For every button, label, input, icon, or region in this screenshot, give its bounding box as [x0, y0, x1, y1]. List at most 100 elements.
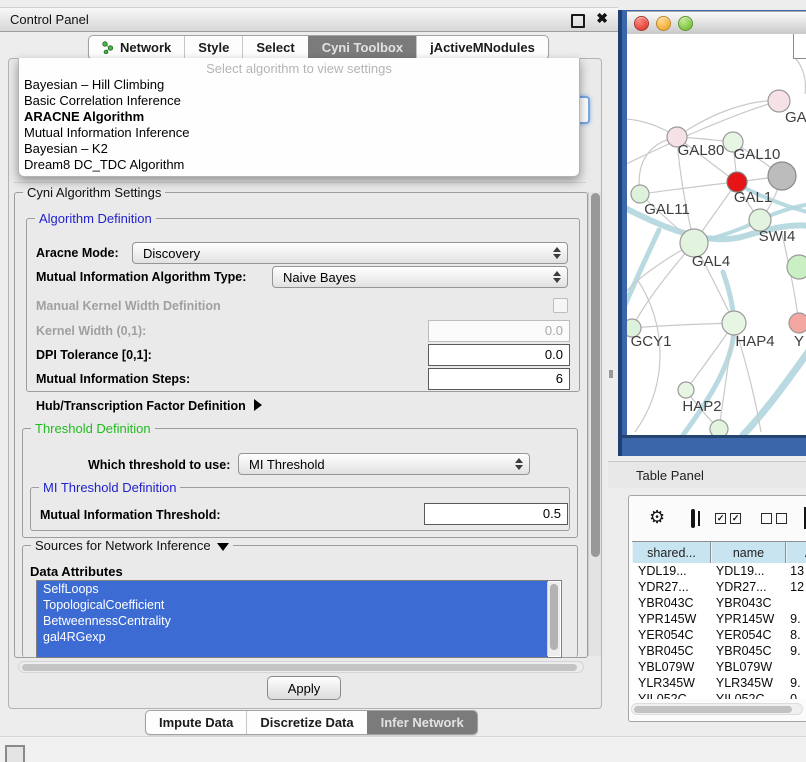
table-row[interactable]: YDR27...YDR27...12 [632, 579, 806, 595]
tab-jactivemnodules[interactable]: jActiveMNodules [416, 36, 548, 59]
spinner-arrows-icon [553, 243, 561, 263]
network-node[interactable] [787, 255, 806, 279]
table-cell: YBL079W [710, 659, 784, 675]
network-node-y[interactable] [789, 313, 806, 333]
algorithm-option-basic-correlation-inference[interactable]: Basic Correlation Inference [19, 93, 579, 109]
network-node-hap2[interactable] [678, 382, 694, 398]
network-canvas[interactable]: GALGAL80GAL10GAL1GAL11GAL4SWI4GCY1HAP4YH… [627, 34, 806, 435]
table-row[interactable]: YBR043CYBR043C [632, 595, 806, 611]
collapsed-panel-icon[interactable] [5, 745, 25, 762]
algorithm-option-bayesian-hill-climbing[interactable]: Bayesian – Hill Climbing [19, 77, 579, 93]
table-cell: 9. [784, 643, 806, 659]
zoom-traffic-light-icon[interactable] [678, 16, 693, 31]
gear-icon[interactable]: ⚙ [649, 509, 665, 527]
splitter-handle[interactable] [609, 370, 613, 378]
table-cell: 9. [784, 611, 806, 627]
tab-impute-data[interactable]: Impute Data [146, 711, 246, 734]
table-cell: 0 [784, 691, 806, 699]
tab-discretize-data[interactable]: Discretize Data [246, 711, 366, 734]
table-toolbar: ⚙ ✓✓ [629, 496, 806, 540]
algorithm-placeholder: Select algorithm to view settings [19, 58, 579, 77]
scrollbar-thumb[interactable] [22, 664, 577, 671]
select-all-icon[interactable]: ✓✓ [715, 513, 741, 524]
table-cell: 12 [784, 579, 806, 595]
data-attributes-list[interactable]: SelfLoopsTopologicalCoefficientBetweenne… [36, 580, 562, 658]
node-table: ⚙ ✓✓ shared...nameA YDL19...YDL19...13YD… [628, 495, 806, 722]
table-cell: YIL052C [710, 691, 784, 699]
network-node-hap4[interactable] [722, 311, 746, 335]
deselect-all-icon[interactable] [761, 513, 787, 524]
network-view-window[interactable]: GALGAL80GAL10GAL1GAL11GAL4SWI4GCY1HAP4YH… [618, 10, 806, 456]
column-header-a[interactable]: A [786, 542, 806, 563]
settings-vertical-scrollbar[interactable] [588, 192, 601, 656]
manual-kernel-checkbox[interactable] [553, 298, 568, 313]
table-row[interactable]: YLR345WYLR345W9. [632, 675, 806, 691]
algorithm-option-bayesian-k2[interactable]: Bayesian – K2 [19, 141, 579, 157]
list-scrollbar[interactable] [547, 582, 560, 656]
algorithm-option-mutual-information-inference[interactable]: Mutual Information Inference [19, 125, 579, 141]
kernel-width-field[interactable]: 0.0 [428, 320, 570, 342]
column-header-name[interactable]: name [711, 542, 786, 563]
table-header: shared...nameA [632, 541, 806, 564]
canvas-widget-fragment[interactable] [793, 34, 806, 59]
algorithm-option-aracne-algorithm[interactable]: ARACNE Algorithm [19, 109, 579, 125]
attribute-item-betweennesscentrality[interactable]: BetweennessCentrality [37, 613, 548, 629]
table-cell: 8. [784, 627, 806, 643]
network-node[interactable] [710, 420, 728, 435]
algorithm-option-dream8-dc-tdc-algorithm[interactable]: Dream8 DC_TDC Algorithm [19, 157, 579, 173]
split-columns-icon[interactable] [691, 509, 695, 528]
table-cell: YER054C [632, 627, 710, 643]
table-panel-titlebar: Table Panel [608, 461, 806, 488]
table-row[interactable]: YDL19...YDL19...13 [632, 563, 806, 579]
tab-infer-network[interactable]: Infer Network [367, 711, 477, 734]
attribute-item-partial[interactable] [37, 645, 548, 658]
mi-threshold-label: Mutual Information Threshold: [40, 508, 221, 522]
mi-type-combobox[interactable]: Naive Bayes [272, 266, 568, 288]
minimize-traffic-light-icon[interactable] [656, 16, 671, 31]
aracne-mode-combobox[interactable]: Discovery [132, 242, 568, 264]
table-row[interactable]: YPR145WYPR145W9. [632, 611, 806, 627]
scrollbar-thumb[interactable] [634, 706, 792, 713]
collapsed-arrow-icon [254, 399, 262, 411]
settings-horizontal-scrollbar[interactable] [18, 661, 584, 673]
mi-threshold-field[interactable]: 0.5 [424, 503, 568, 525]
float-panel-icon[interactable] [571, 14, 585, 28]
mi-steps-field[interactable]: 6 [428, 368, 570, 390]
node-label-hap2: HAP2 [682, 398, 721, 415]
network-window-titlebar[interactable] [627, 11, 806, 35]
table-cell: YDL19... [710, 563, 784, 579]
tab-style[interactable]: Style [184, 36, 242, 59]
algorithm-dropdown-popup: Select algorithm to view settings Bayesi… [18, 58, 580, 177]
tab-select[interactable]: Select [242, 36, 307, 59]
apply-button[interactable]: Apply [267, 676, 341, 700]
tab-network[interactable]: Network [89, 36, 184, 59]
table-cell: 9. [784, 675, 806, 691]
table-cell: YLR345W [710, 675, 784, 691]
which-threshold-combobox[interactable]: MI Threshold [238, 453, 530, 475]
table-cell: YDR27... [710, 579, 784, 595]
attribute-item-topologicalcoefficient[interactable]: TopologicalCoefficient [37, 597, 548, 613]
table-row[interactable]: YIL052CYIL052C0 [632, 691, 806, 699]
mi-type-value: Naive Bayes [283, 270, 356, 285]
network-node[interactable] [768, 162, 796, 190]
attribute-item-selfloops[interactable]: SelfLoops [37, 581, 548, 597]
attribute-item-gal4rgexp[interactable]: gal4RGexp [37, 629, 548, 645]
tab-cyni-toolbox[interactable]: Cyni Toolbox [308, 36, 416, 59]
column-header-shared-[interactable]: shared... [632, 542, 711, 563]
table-cell [784, 659, 806, 675]
scrollbar-thumb[interactable] [550, 584, 558, 650]
table-row[interactable]: YBL079WYBL079W [632, 659, 806, 675]
sources-expander[interactable]: Sources for Network Inference [31, 538, 233, 553]
table-row[interactable]: YBR045CYBR045C9. [632, 643, 806, 659]
table-cell: YER054C [710, 627, 784, 643]
dpi-tolerance-field[interactable]: 0.0 [428, 344, 570, 366]
manual-kernel-label: Manual Kernel Width Definition [36, 299, 221, 313]
close-traffic-light-icon[interactable] [634, 16, 649, 31]
table-horizontal-scrollbar[interactable] [631, 703, 803, 715]
hub-definition-expander[interactable]: Hub/Transcription Factor Definition [36, 399, 262, 413]
table-cell: 13 [784, 563, 806, 579]
table-row[interactable]: YER054CYER054C8. [632, 627, 806, 643]
close-icon[interactable]: ✖ [596, 10, 608, 27]
dpi-tolerance-label: DPI Tolerance [0,1]: [36, 348, 152, 362]
scrollbar-thumb[interactable] [591, 193, 600, 557]
